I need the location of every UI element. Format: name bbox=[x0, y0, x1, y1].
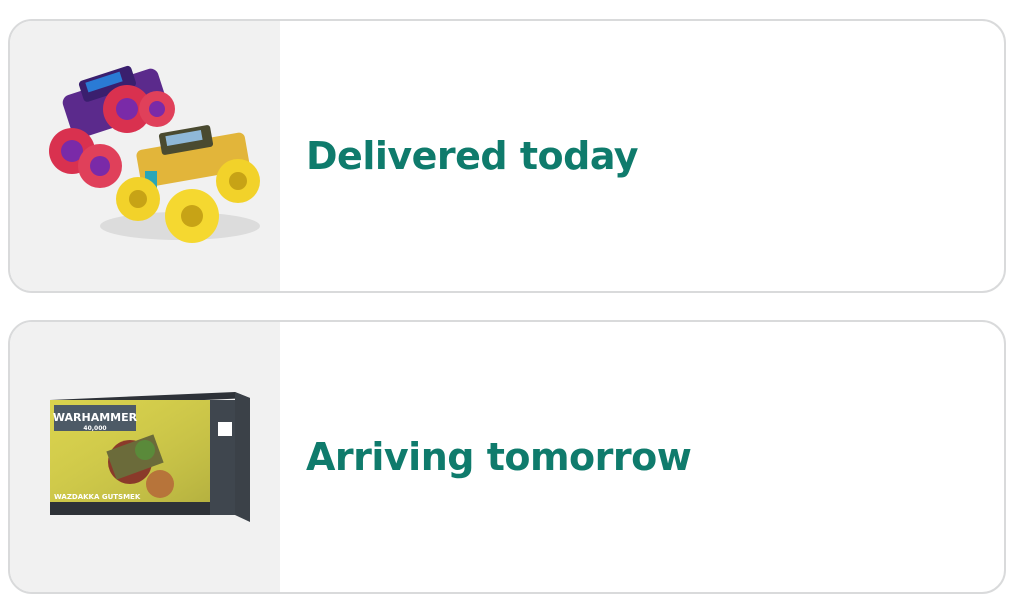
monster-trucks-toy-image bbox=[49, 65, 260, 243]
box-title: WARHAMMER bbox=[53, 411, 138, 424]
product-thumbnail[interactable] bbox=[10, 21, 280, 291]
product-thumbnail[interactable]: WARHAMMER 40,000 WAZDAKKA GUTSMEK bbox=[10, 322, 280, 592]
delivery-status: Delivered today bbox=[306, 134, 639, 178]
order-card-arriving[interactable]: WARHAMMER 40,000 WAZDAKKA GUTSMEK Arrivi… bbox=[8, 320, 1006, 594]
warhammer-box-image: WARHAMMER 40,000 WAZDAKKA GUTSMEK bbox=[50, 392, 250, 522]
delivery-status: Arriving tomorrow bbox=[306, 435, 692, 479]
box-name: WAZDAKKA GUTSMEK bbox=[54, 493, 141, 501]
box-subtitle: 40,000 bbox=[83, 425, 106, 432]
order-card-delivered[interactable]: Delivered today bbox=[8, 19, 1006, 293]
